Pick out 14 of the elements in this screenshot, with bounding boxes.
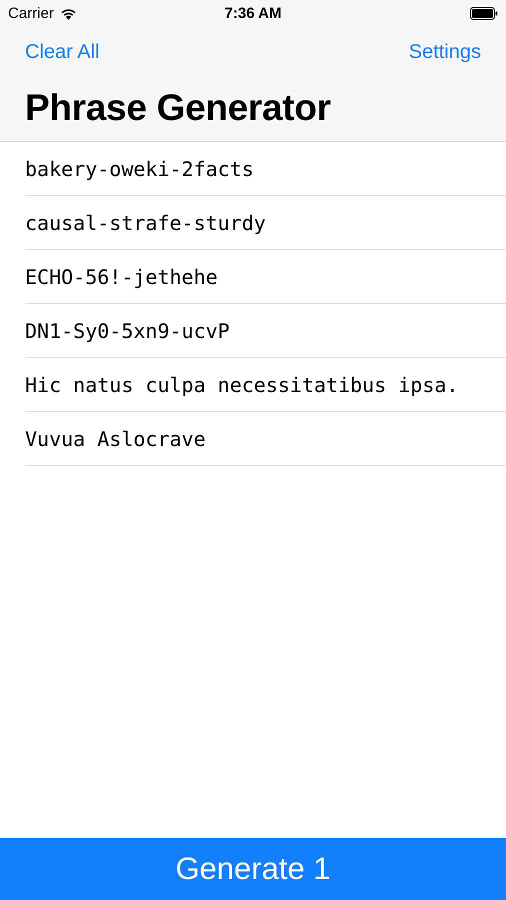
battery-icon [470, 7, 498, 20]
phrase-text: Hic natus culpa necessitatibus ipsa. [25, 372, 458, 396]
settings-button[interactable]: Settings [400, 40, 490, 64]
carrier-name: Carrier [8, 5, 54, 22]
generate-button[interactable]: Generate 1 [0, 838, 506, 900]
clear-all-button[interactable]: Clear All [16, 40, 108, 64]
phrase-text: ECHO-56!-jethehe [25, 264, 218, 288]
wifi-icon [60, 8, 77, 20]
page-title: Phrase Generator [24, 86, 332, 130]
phrase-text: Vuvua Aslocrave [25, 426, 206, 450]
status-time: 7:36 AM [224, 5, 282, 22]
phrase-text: causal-strafe-sturdy [25, 210, 266, 234]
phrase-text: DN1-Sy0-5xn9-ucvP [25, 318, 230, 342]
phrase-text: bakery-oweki-2facts [25, 156, 254, 180]
